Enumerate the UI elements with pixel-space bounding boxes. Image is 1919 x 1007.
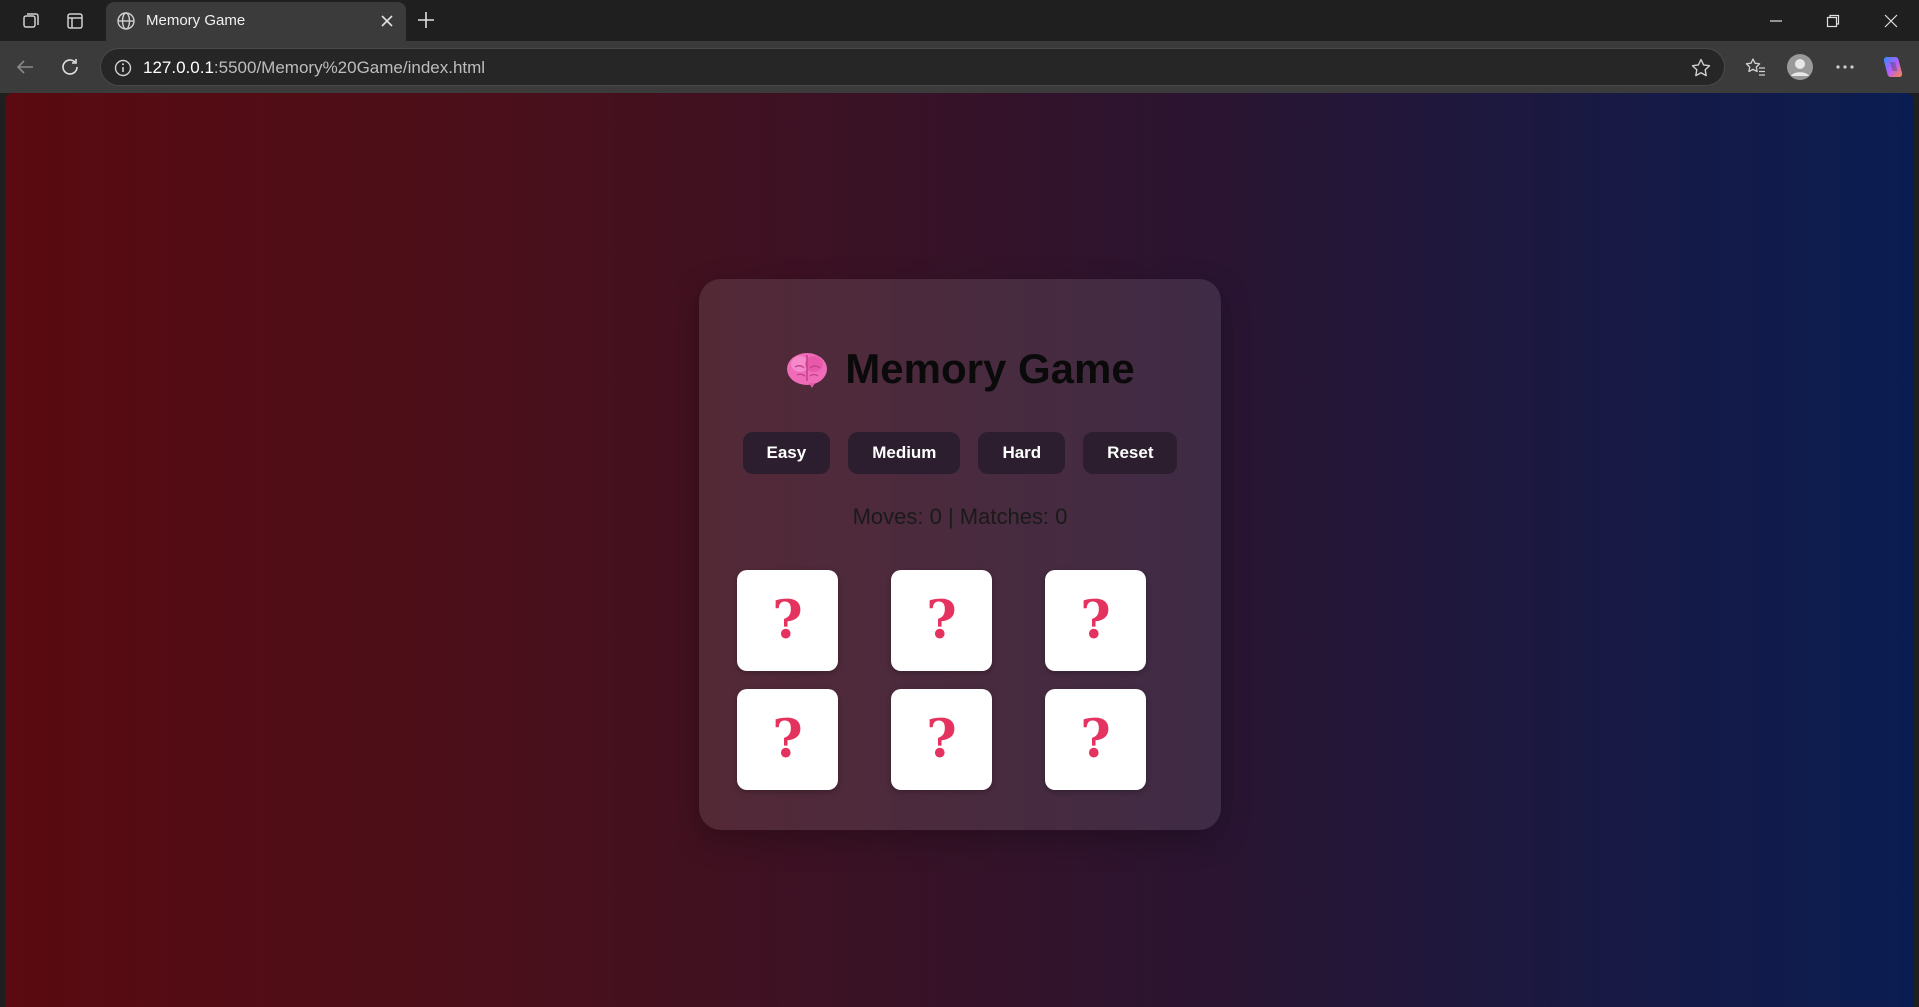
easy-button[interactable]: Easy xyxy=(742,432,831,474)
vertical-tabs-icon[interactable] xyxy=(62,8,88,34)
card-grid: ? ? ? ? ? ? xyxy=(737,570,1146,790)
favorites-icon[interactable] xyxy=(1741,52,1771,82)
new-tab-icon[interactable] xyxy=(414,8,438,37)
question-mark-icon: ? xyxy=(1080,589,1111,651)
difficulty-controls: Easy Medium Hard Reset xyxy=(699,432,1221,474)
browser-titlebar: Memory Game xyxy=(0,0,1919,41)
site-info-icon[interactable] xyxy=(113,58,133,83)
memory-card[interactable]: ? xyxy=(891,689,992,790)
game-container: Memory Game Easy Medium Hard Reset Moves… xyxy=(699,279,1221,830)
favorite-star-icon[interactable] xyxy=(1690,57,1712,84)
question-mark-icon: ? xyxy=(926,708,957,770)
game-stats: Moves: 0 | Matches: 0 xyxy=(852,504,1068,529)
memory-card[interactable]: ? xyxy=(737,570,838,671)
url-text[interactable]: 127.0.0.1:5500/Memory%20Game/index.html xyxy=(143,58,485,78)
browser-toolbar: 127.0.0.1:5500/Memory%20Game/index.html xyxy=(0,41,1919,93)
question-mark-icon: ? xyxy=(772,708,803,770)
page-viewport: Memory Game Easy Medium Hard Reset Moves… xyxy=(5,93,1914,1007)
more-options-icon[interactable] xyxy=(1830,52,1860,82)
tab-title: Memory Game xyxy=(146,12,246,29)
memory-card[interactable]: ? xyxy=(1045,570,1146,671)
minimize-icon[interactable] xyxy=(1756,8,1796,34)
game-title: Memory Game xyxy=(699,345,1221,393)
game-title-text: Memory Game xyxy=(845,345,1135,392)
restore-icon[interactable] xyxy=(1813,8,1853,34)
reset-button[interactable]: Reset xyxy=(1083,432,1178,474)
workspaces-icon[interactable] xyxy=(18,8,44,34)
question-mark-icon: ? xyxy=(772,589,803,651)
brain-icon xyxy=(785,349,829,389)
globe-icon xyxy=(116,11,136,36)
browser-tab[interactable]: Memory Game xyxy=(106,2,406,41)
memory-card[interactable]: ? xyxy=(1045,689,1146,790)
profile-avatar-icon[interactable] xyxy=(1785,52,1815,82)
question-mark-icon: ? xyxy=(1080,708,1111,770)
memory-card[interactable]: ? xyxy=(891,570,992,671)
back-icon[interactable] xyxy=(10,52,40,82)
memory-card[interactable]: ? xyxy=(737,689,838,790)
question-mark-icon: ? xyxy=(926,589,957,651)
address-bar[interactable]: 127.0.0.1:5500/Memory%20Game/index.html xyxy=(100,48,1725,86)
close-icon[interactable] xyxy=(378,12,396,35)
refresh-icon[interactable] xyxy=(55,52,85,82)
hard-button[interactable]: Hard xyxy=(978,432,1066,474)
medium-button[interactable]: Medium xyxy=(848,432,961,474)
close-window-icon[interactable] xyxy=(1871,8,1911,34)
copilot-icon[interactable] xyxy=(1877,52,1907,82)
